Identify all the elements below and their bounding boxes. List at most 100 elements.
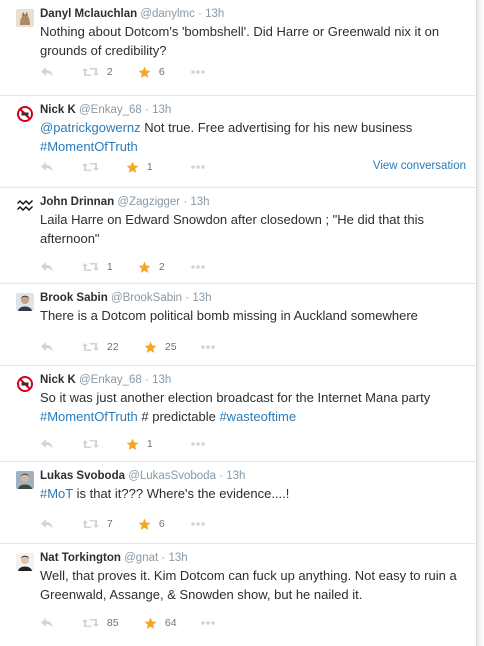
tweet-text-segment: Well, that proves it. Kim Dotcom can fuc… xyxy=(40,568,457,602)
favorite-button[interactable]: 2 xyxy=(138,259,165,275)
retweet-icon xyxy=(82,263,99,272)
reply-button[interactable] xyxy=(40,615,54,631)
tweet-text-segment: Laila Harre on Edward Snowdon after clos… xyxy=(40,212,424,246)
tweet-timestamp[interactable]: 13h xyxy=(205,8,224,20)
tweet[interactable]: Nick K @Enkay_68 · 13h So it was just an… xyxy=(0,366,476,462)
hashtag-link[interactable]: #MoT xyxy=(40,486,73,501)
tweet-username[interactable]: @danylmc xyxy=(140,8,195,20)
tweet[interactable]: Nat Torkington @gnat · 13h Well, that pr… xyxy=(0,544,476,646)
tweet[interactable]: Danyl Mclauchlan @danylmc · 13h Nothing … xyxy=(0,0,476,96)
tweet-timestamp[interactable]: 13h xyxy=(152,374,171,386)
reply-button[interactable] xyxy=(40,436,54,452)
view-conversation-link[interactable]: View conversation xyxy=(373,160,466,172)
tweet-fullname[interactable]: Nick K xyxy=(40,374,76,386)
retweet-button[interactable] xyxy=(82,436,104,452)
tweet-text-segment: is that it??? Where's the evidence....! xyxy=(73,486,290,501)
tweet-timestamp[interactable]: 13h xyxy=(190,196,209,208)
reply-button[interactable] xyxy=(40,516,54,532)
retweet-button[interactable]: 7 xyxy=(82,516,113,532)
tweet-username[interactable]: @LukasSvoboda xyxy=(128,470,216,482)
tweet-text: Nothing about Dotcom's 'bombshell'. Did … xyxy=(40,22,468,60)
retweet-button[interactable]: 85 xyxy=(82,615,119,631)
separator-dot: · xyxy=(185,292,190,304)
person-photo-avatar-icon xyxy=(16,293,34,311)
retweet-count: 1 xyxy=(106,261,113,274)
avatar[interactable] xyxy=(16,471,34,489)
hashtag-link[interactable]: #MomentOfTruth xyxy=(40,409,138,424)
person-photo-avatar-icon xyxy=(16,553,34,571)
separator-dot: · xyxy=(219,470,224,482)
avatar[interactable] xyxy=(16,375,34,393)
more-button[interactable] xyxy=(200,339,216,355)
favorite-button[interactable]: 25 xyxy=(144,339,177,355)
tweet-timestamp[interactable]: 13h xyxy=(152,104,171,116)
tweet-username[interactable]: @Enkay_68 xyxy=(79,374,142,386)
favorite-count: 2 xyxy=(158,261,165,274)
no-sign-avatar-icon xyxy=(16,105,34,123)
more-button[interactable] xyxy=(190,259,206,275)
tweet-username[interactable]: @gnat xyxy=(124,552,158,564)
separator-dot: · xyxy=(183,196,188,208)
avatar[interactable] xyxy=(16,553,34,571)
reply-icon xyxy=(41,67,53,78)
hashtag-link[interactable]: #MomentOfTruth xyxy=(40,139,138,154)
favorite-button[interactable]: 64 xyxy=(144,615,177,631)
avatar[interactable] xyxy=(16,197,34,215)
more-dots-icon xyxy=(191,70,205,75)
more-button[interactable] xyxy=(200,615,216,631)
tweet-fullname[interactable]: Danyl Mclauchlan xyxy=(40,8,137,20)
more-button[interactable] xyxy=(190,159,206,175)
more-dots-icon xyxy=(201,621,215,626)
tweet-fullname[interactable]: Nick K xyxy=(40,104,76,116)
tweet-fullname[interactable]: Nat Torkington xyxy=(40,552,121,564)
tweet-username[interactable]: @Enkay_68 xyxy=(79,104,142,116)
retweet-button[interactable] xyxy=(82,159,104,175)
tweet-timestamp[interactable]: 13h xyxy=(226,470,245,482)
reply-icon xyxy=(41,439,53,450)
retweet-icon xyxy=(82,343,99,352)
more-button[interactable] xyxy=(190,516,206,532)
more-button[interactable] xyxy=(190,64,206,80)
tweet-fullname[interactable]: Brook Sabin xyxy=(40,292,108,304)
favorite-button[interactable]: 6 xyxy=(138,64,165,80)
reply-icon xyxy=(41,262,53,273)
favorite-button[interactable]: 6 xyxy=(138,516,165,532)
more-dots-icon xyxy=(191,265,205,270)
avatar[interactable] xyxy=(16,9,34,27)
tweet-text: #MoT is that it??? Where's the evidence.… xyxy=(40,484,468,503)
retweet-button[interactable]: 22 xyxy=(82,339,119,355)
reply-button[interactable] xyxy=(40,64,54,80)
reply-button[interactable] xyxy=(40,159,54,175)
tweet-username[interactable]: @Zagzigger xyxy=(117,196,180,208)
reply-button[interactable] xyxy=(40,339,54,355)
retweet-icon xyxy=(82,163,99,172)
tweet[interactable]: Lukas Svoboda @LukasSvoboda · 13h #MoT i… xyxy=(0,462,476,544)
retweet-icon xyxy=(82,440,99,449)
tweet-username[interactable]: @BrookSabin xyxy=(111,292,182,304)
retweet-button[interactable]: 2 xyxy=(82,64,113,80)
avatar[interactable] xyxy=(16,293,34,311)
favorite-count: 1 xyxy=(146,161,153,174)
timeline-shadow xyxy=(477,0,484,646)
tweet[interactable]: Nick K @Enkay_68 · 13h @patrickgowernz N… xyxy=(0,96,476,188)
favorite-button[interactable]: 1 xyxy=(126,436,153,452)
tweet[interactable]: John Drinnan @Zagzigger · 13h Laila Harr… xyxy=(0,188,476,284)
tweet-text: @patrickgowernz Not true. Free advertisi… xyxy=(40,118,468,156)
more-button[interactable] xyxy=(190,436,206,452)
favorite-count: 6 xyxy=(158,66,165,79)
favorite-button[interactable]: 1 xyxy=(126,159,153,175)
mention-link[interactable]: @patrickgowernz xyxy=(40,120,141,135)
tweet-fullname[interactable]: Lukas Svoboda xyxy=(40,470,125,482)
avatar[interactable] xyxy=(16,105,34,123)
tweet-timestamp[interactable]: 13h xyxy=(192,292,211,304)
tweet-fullname[interactable]: John Drinnan xyxy=(40,196,114,208)
retweet-icon xyxy=(82,619,99,628)
reply-button[interactable] xyxy=(40,259,54,275)
tweet[interactable]: Brook Sabin @BrookSabin · 13h There is a… xyxy=(0,284,476,366)
retweet-button[interactable]: 1 xyxy=(82,259,113,275)
retweet-count: 22 xyxy=(106,341,119,354)
reply-icon xyxy=(41,519,53,530)
tweet-timestamp[interactable]: 13h xyxy=(168,552,187,564)
hashtag-link[interactable]: #wasteoftime xyxy=(219,409,296,424)
tweet-text: Well, that proves it. Kim Dotcom can fuc… xyxy=(40,566,468,604)
